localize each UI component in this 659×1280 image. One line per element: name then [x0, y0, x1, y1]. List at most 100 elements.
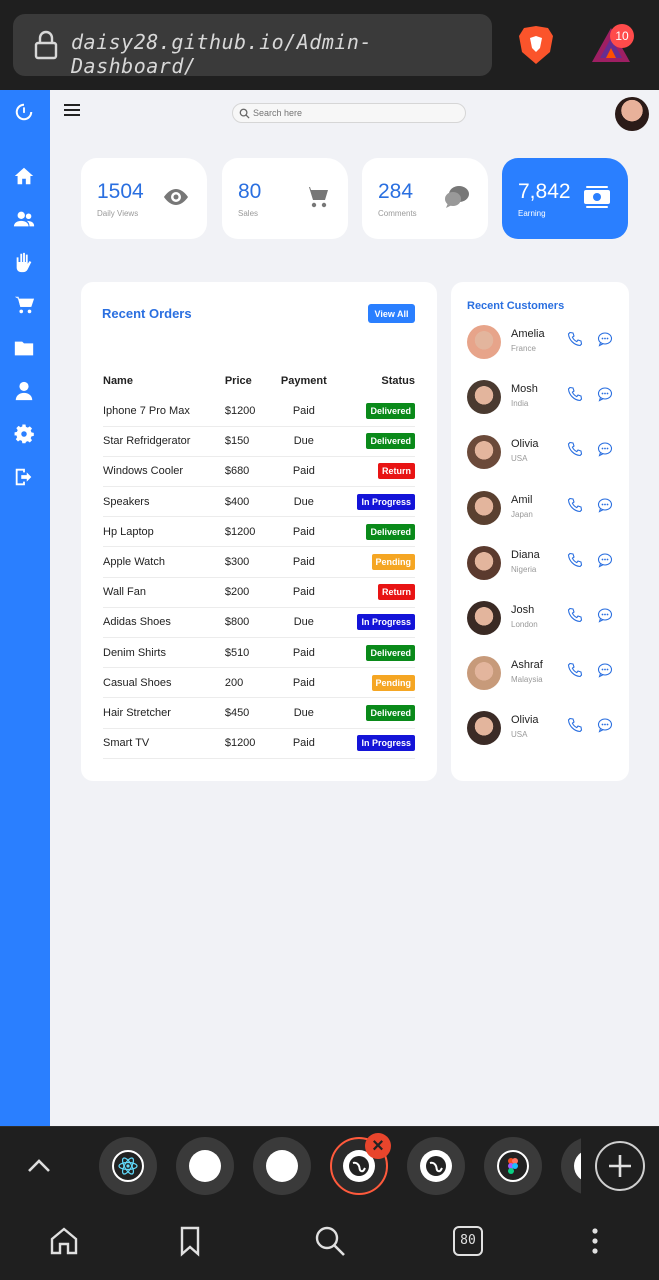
search-icon — [239, 108, 250, 119]
customer-country: USA — [511, 454, 528, 464]
chat-icon[interactable] — [597, 331, 613, 347]
phone-icon[interactable] — [567, 497, 583, 513]
chat-icon[interactable] — [597, 497, 613, 513]
folder-icon[interactable] — [12, 336, 36, 360]
chat-icon[interactable] — [597, 607, 613, 623]
search-input[interactable] — [253, 105, 453, 121]
chat-icon[interactable] — [597, 552, 613, 568]
status-badge: Delivered — [366, 402, 415, 419]
customer-item[interactable]: Ashraf Malaysia — [467, 656, 627, 696]
order-price: $200 — [224, 577, 273, 608]
table-row[interactable]: Smart TV $1200 Paid In Progress — [103, 728, 415, 759]
view-all-button[interactable]: View All — [368, 304, 415, 323]
gear-icon[interactable] — [12, 422, 36, 446]
chat-icon[interactable] — [597, 441, 613, 457]
order-price: $300 — [224, 546, 273, 578]
cart-icon[interactable] — [12, 293, 36, 317]
phone-icon[interactable] — [567, 717, 583, 733]
stat-label: Earning — [518, 209, 546, 218]
url-text[interactable]: daisy28.github.io/Admin-Dashboard/ — [71, 30, 492, 78]
tabs-button[interactable]: 80 — [451, 1224, 485, 1258]
logout-icon[interactable] — [12, 465, 36, 489]
home-button[interactable] — [47, 1224, 81, 1258]
home-icon[interactable] — [12, 164, 36, 188]
phone-icon[interactable] — [567, 331, 583, 347]
customer-item[interactable]: Mosh India — [467, 380, 627, 420]
phone-icon[interactable] — [567, 552, 583, 568]
users-icon[interactable] — [12, 207, 36, 231]
browser-top-bar: daisy28.github.io/Admin-Dashboard/ 10 — [0, 0, 659, 90]
new-tab-button[interactable] — [595, 1141, 645, 1191]
tab-react[interactable] — [99, 1137, 157, 1195]
phone-icon[interactable] — [567, 386, 583, 402]
order-payment: Due — [272, 697, 335, 729]
close-tab-icon[interactable]: × — [365, 1133, 391, 1159]
customer-item[interactable]: Josh London — [467, 601, 627, 641]
customer-item[interactable]: Amil Japan — [467, 490, 627, 531]
order-price: $680 — [224, 456, 273, 488]
globe-icon — [420, 1150, 452, 1182]
table-row[interactable]: Star Refridgerator $150 Due Delivered — [103, 426, 415, 457]
customer-country: Japan — [511, 509, 533, 519]
customer-item[interactable]: Olivia USA — [467, 435, 627, 475]
order-price: $400 — [224, 486, 273, 518]
customer-item[interactable]: Amelia France — [467, 325, 627, 365]
menu-toggle-button[interactable] — [64, 104, 80, 118]
stat-label: Sales — [238, 209, 259, 218]
bookmarks-button[interactable] — [173, 1224, 207, 1258]
status-badge: Pending — [371, 674, 415, 691]
address-bar[interactable]: daisy28.github.io/Admin-Dashboard/ — [13, 14, 492, 78]
customer-name: Olivia — [511, 438, 539, 451]
eye-icon — [161, 182, 191, 212]
customer-name: Ashraf — [511, 659, 543, 672]
status-badge: Delivered — [366, 644, 415, 661]
phone-icon[interactable] — [567, 662, 583, 678]
phone-icon[interactable] — [567, 607, 583, 623]
customer-item[interactable]: Olivia USA — [467, 711, 627, 751]
stat-card-sales[interactable]: 80 Sales — [222, 158, 348, 239]
chat-icon[interactable] — [597, 662, 613, 678]
phone-icon[interactable] — [567, 441, 583, 457]
search-box[interactable] — [232, 103, 466, 123]
tab-figma[interactable] — [484, 1137, 542, 1195]
customer-country: London — [511, 620, 538, 629]
avatar[interactable] — [615, 97, 649, 131]
stat-card-earning[interactable]: 7,842 Earning — [502, 158, 628, 239]
chat-icon[interactable] — [597, 717, 613, 733]
more-menu-button[interactable] — [578, 1224, 612, 1258]
table-row[interactable]: Windows Cooler $680 Paid Return — [103, 456, 415, 488]
user-icon[interactable] — [12, 379, 36, 403]
order-name: Smart TV — [103, 728, 225, 759]
blank-page-icon — [266, 1150, 298, 1182]
table-row[interactable]: Hair Stretcher $450 Due Delivered — [103, 697, 415, 729]
table-row[interactable]: Casual Shoes 200 Paid Pending — [103, 667, 415, 699]
brave-shield-icon[interactable] — [516, 24, 556, 66]
table-row[interactable]: Wall Fan $200 Paid Return — [103, 577, 415, 608]
tab-partial[interactable] — [561, 1137, 581, 1195]
table-row[interactable]: Apple Watch $300 Paid Pending — [103, 546, 415, 578]
tab-globe[interactable] — [407, 1137, 465, 1195]
customer-item[interactable]: Diana Nigeria — [467, 545, 627, 586]
column-header-price: Price — [224, 375, 252, 387]
dashboard-timer-icon[interactable] — [12, 100, 36, 124]
hand-icon[interactable] — [12, 250, 36, 274]
stat-value: 284 — [378, 180, 414, 203]
browser-bottom-nav: 80 — [0, 1206, 659, 1280]
tab-globe — [561, 1137, 581, 1195]
chevron-up-icon[interactable] — [26, 1155, 52, 1175]
table-row[interactable]: Adidas Shoes $800 Due In Progress — [103, 607, 415, 639]
table-row[interactable]: Iphone 7 Pro Max $1200 Paid Delivered — [103, 396, 415, 427]
stat-card-comments[interactable]: 284 Comments — [362, 158, 488, 239]
chat-icon[interactable] — [597, 386, 613, 402]
table-row[interactable]: Hp Laptop $1200 Paid Delivered — [103, 516, 415, 548]
stat-card-daily-views[interactable]: 1504 Daily Views — [81, 158, 207, 239]
tab-blank[interactable] — [253, 1137, 311, 1195]
tab-blank[interactable] — [176, 1137, 234, 1195]
customer-country: Malaysia — [511, 675, 543, 685]
order-name: Casual Shoes — [103, 667, 225, 699]
search-button[interactable] — [313, 1224, 347, 1258]
table-row[interactable]: Speakers $400 Due In Progress — [103, 486, 415, 518]
customer-name: Mosh — [511, 383, 538, 396]
search-icon — [315, 1226, 345, 1256]
table-row[interactable]: Denim Shirts $510 Paid Delivered — [103, 637, 415, 669]
